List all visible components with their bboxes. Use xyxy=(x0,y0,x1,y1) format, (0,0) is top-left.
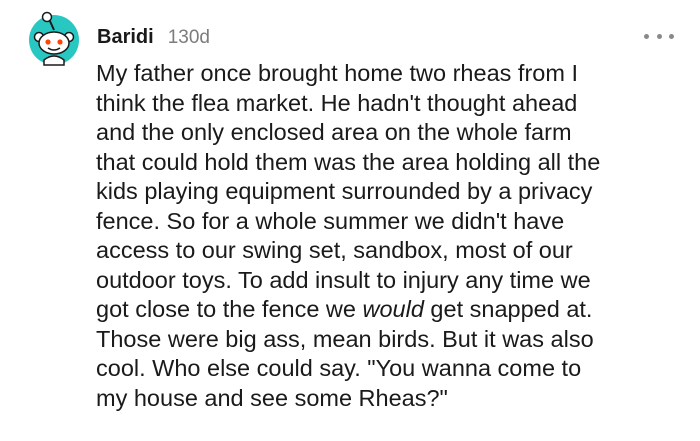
more-dot xyxy=(669,33,674,39)
comment-text-segment: got close to the fence we xyxy=(96,296,363,322)
comment-text-line: My father once brought home two rheas fr… xyxy=(96,60,578,86)
comment-text-line: my house and see some Rheas?" xyxy=(96,384,448,411)
comment-body: My father once brought home two rheas fr… xyxy=(96,59,686,413)
comment-text-line: fence. So for a whole summer we didn't h… xyxy=(96,207,565,234)
comment-text-line: Those were big ass, mean birds. But it w… xyxy=(96,325,594,352)
comment-card: Baridi 130d My father once brought home … xyxy=(0,0,700,441)
comment-text-segment: get snapped at. xyxy=(423,296,593,322)
reddit-snoo-avatar-icon[interactable] xyxy=(22,8,82,68)
comment-text-line: kids playing equipment surrounded by a p… xyxy=(96,178,593,204)
comment-timestamp: 130d xyxy=(167,27,210,48)
comment-text-line: think the flea market. He hadn't thought… xyxy=(96,89,578,116)
comment-text-line-with-emphasis: got close to the fence we would get snap… xyxy=(96,295,686,325)
comment-header: Baridi 130d xyxy=(97,26,210,49)
comment-emphasis-text: would xyxy=(362,296,424,322)
username-link[interactable]: Baridi xyxy=(97,26,154,49)
comment-text-line: access to our swing set, sandbox, most o… xyxy=(96,237,573,263)
comment-text-line: that could hold them was the area holdin… xyxy=(96,148,601,175)
comment-text-line: and the only enclosed area on the whole … xyxy=(96,119,572,145)
comment-text-line: outdoor toys. To add insult to injury an… xyxy=(96,266,591,293)
more-dot xyxy=(656,33,662,39)
more-dot xyxy=(644,33,649,39)
comment-text-line: cool. Who else could say. "You wanna com… xyxy=(96,355,582,381)
more-options-icon[interactable] xyxy=(644,28,674,44)
